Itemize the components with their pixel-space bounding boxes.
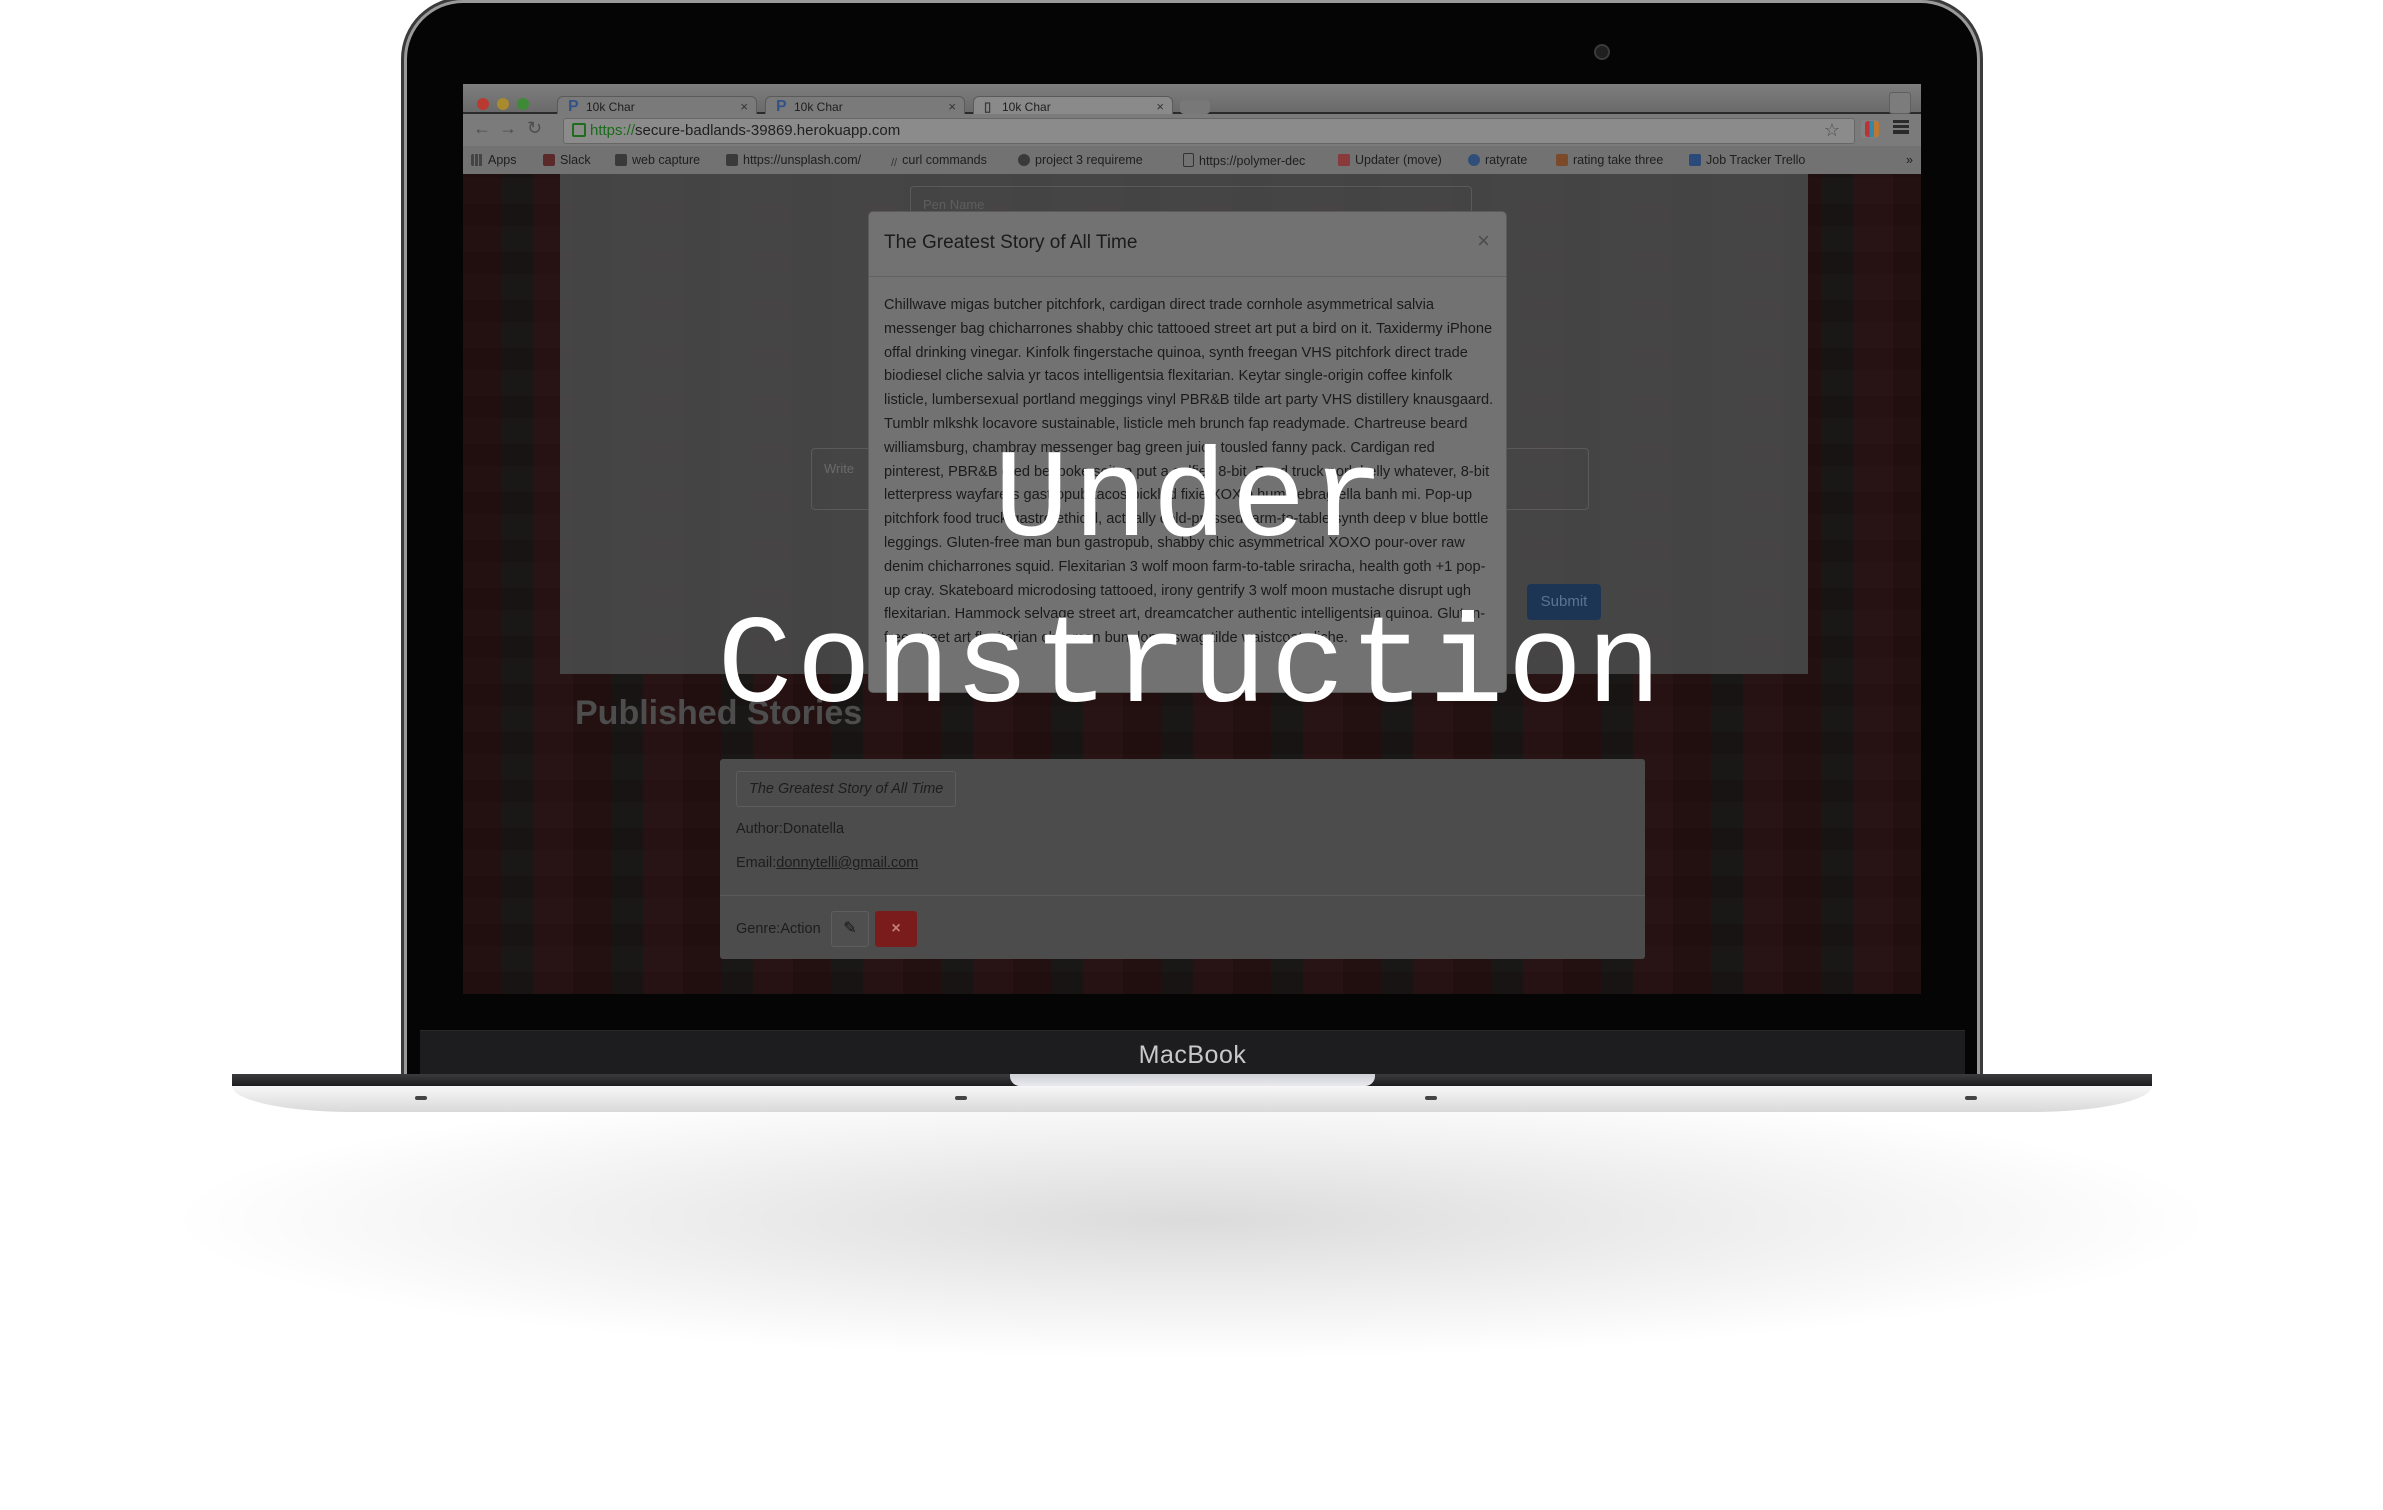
minimize-window-icon[interactable]	[497, 98, 509, 110]
story-title-button[interactable]: The Greatest Story of All Time	[736, 771, 957, 807]
laptop-base-lip	[232, 1086, 2152, 1112]
story-genre: Genre:Action	[736, 921, 821, 937]
document-icon	[1183, 153, 1194, 167]
web-capture-icon	[615, 154, 627, 166]
bookmark-apps[interactable]: Apps	[471, 153, 517, 167]
laptop-foot	[955, 1096, 967, 1100]
browser-tab[interactable]: P 10k Char ×	[557, 96, 757, 116]
maximize-window-icon[interactable]	[517, 98, 529, 110]
story-author: Author:Donatella	[736, 821, 845, 837]
lock-icon	[572, 123, 586, 137]
trello-icon	[1689, 154, 1701, 166]
address-bar[interactable]: https://secure-badlands-39869.herokuapp.…	[563, 118, 1855, 144]
slack-icon	[543, 154, 555, 166]
macbook-logo: MacBook	[1138, 1041, 1247, 1069]
construction-heading: Construction	[717, 597, 1666, 739]
under-heading: Under	[993, 431, 1390, 573]
delete-button[interactable]: ×	[875, 911, 917, 947]
slashes-icon: //	[891, 157, 898, 169]
page-content: Pen Name Write Submit Published Stories …	[463, 174, 1921, 994]
bookmark-unsplash[interactable]: https://unsplash.com/	[726, 153, 861, 167]
ratyrate-icon	[1468, 154, 1480, 166]
back-arrow-icon[interactable]: ←	[473, 118, 491, 139]
pencil-icon: ✎	[843, 920, 857, 937]
camera-icon	[1594, 44, 1610, 60]
modal-header: The Greatest Story of All Time ×	[869, 212, 1506, 277]
apps-grid-icon	[471, 154, 483, 166]
bookmark-rating-take-three[interactable]: rating take three	[1556, 153, 1663, 167]
github-icon	[1018, 154, 1030, 166]
close-icon: ×	[891, 920, 901, 937]
url-text: https://secure-badlands-39869.herokuapp.…	[590, 122, 901, 139]
bookmark-star-icon[interactable]: ☆	[1824, 120, 1840, 141]
camera-icon	[726, 154, 738, 166]
tab-label: 10k Char	[794, 100, 843, 114]
bookmark-curl-commands[interactable]: //curl commands	[891, 153, 987, 169]
bookmark-job-tracker[interactable]: Job Tracker Trello	[1689, 153, 1805, 167]
edit-button[interactable]: ✎	[831, 911, 869, 947]
tab-label: 10k Char	[586, 100, 635, 114]
laptop-foot	[415, 1096, 427, 1100]
profile-icon[interactable]	[1889, 92, 1911, 114]
bookmark-updater[interactable]: Updater (move)	[1338, 153, 1442, 167]
email-link[interactable]: donnytelli@gmail.com	[776, 855, 918, 871]
laptop-foot	[1425, 1096, 1437, 1100]
browser-toolbar: ← → ↻ https://secure-badlands-39869.hero…	[463, 114, 1921, 146]
close-window-icon[interactable]	[477, 98, 489, 110]
divider	[720, 895, 1645, 896]
new-tab-button[interactable]	[1180, 100, 1210, 114]
browser-tab-active[interactable]: ▯ 10k Char ×	[973, 96, 1173, 116]
laptop-notch	[1010, 1074, 1375, 1086]
menu-icon[interactable]	[1893, 120, 1909, 134]
more-bookmarks-icon[interactable]: »	[1906, 153, 1913, 167]
bookmark-ratyrate[interactable]: ratyrate	[1468, 153, 1527, 167]
rating-icon	[1556, 154, 1568, 166]
browser-tab-bar: P 10k Char × P 10k Char × ▯ 10k Char ×	[463, 84, 1921, 116]
bookmark-polymer[interactable]: https://polymer-dec	[1183, 153, 1305, 168]
extension-color-icon[interactable]	[1865, 121, 1879, 137]
close-icon[interactable]: ×	[1477, 228, 1490, 254]
laptop-foot	[1965, 1096, 1977, 1100]
story-email: Email:donnytelli@gmail.com	[736, 855, 919, 871]
laptop-chin: MacBook	[420, 1030, 1965, 1079]
bookmark-slack[interactable]: Slack	[543, 153, 591, 167]
bookmark-web-capture[interactable]: web capture	[615, 153, 700, 167]
reload-icon[interactable]: ↻	[527, 118, 542, 139]
updater-icon	[1338, 154, 1350, 166]
browser-tab[interactable]: P 10k Char ×	[765, 96, 965, 116]
bookmarks-bar: Apps Slack web capture https://unsplash.…	[463, 146, 1921, 175]
modal-title: The Greatest Story of All Time	[884, 232, 1138, 253]
forward-arrow-icon[interactable]: →	[499, 118, 517, 139]
laptop-shadow	[160, 1080, 2223, 1360]
bookmark-project3[interactable]: project 3 requireme	[1018, 153, 1143, 167]
story-card: The Greatest Story of All Time Author:Do…	[720, 759, 1645, 959]
tab-label: 10k Char	[1002, 100, 1051, 114]
